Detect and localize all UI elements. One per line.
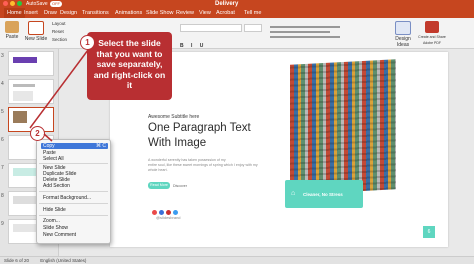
badge-2-arrow bbox=[43, 133, 53, 142]
